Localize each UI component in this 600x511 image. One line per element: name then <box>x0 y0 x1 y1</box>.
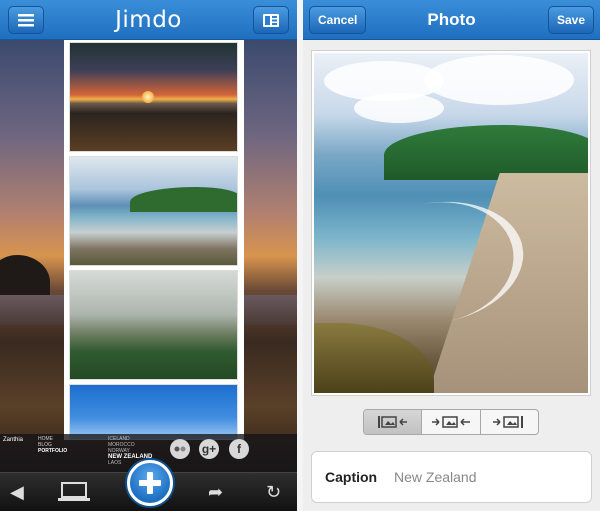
align-right-button[interactable] <box>481 410 538 434</box>
footer-brand: Zanthia <box>3 437 24 443</box>
gallery-image-sunset[interactable] <box>69 42 238 152</box>
caption-field-group: Caption <box>311 451 592 503</box>
alignment-control <box>363 409 539 435</box>
jimdo-editor-screen: Jimdo Zanthia HOME BLOG PORTFOLIO ICELAN… <box>0 0 297 511</box>
align-center-button[interactable] <box>422 410 481 434</box>
photo-preview-frame <box>311 50 591 396</box>
caption-input[interactable] <box>394 466 579 488</box>
back-arrow-icon[interactable]: ◀ <box>10 481 24 503</box>
flickr-icon[interactable] <box>170 439 190 459</box>
cloud <box>354 93 444 123</box>
share-icon[interactable]: ➦ <box>208 481 223 503</box>
flickr-dots <box>174 446 186 452</box>
photo-preview[interactable] <box>314 53 588 393</box>
photo-editor-screen: Cancel Photo Save Caption New Zealand <box>303 0 600 511</box>
facebook-icon[interactable]: f <box>229 439 249 459</box>
footer-nav-item-active[interactable]: PORTFOLIO <box>38 448 67 454</box>
headland <box>384 125 588 180</box>
align-left-button[interactable] <box>364 410 423 434</box>
refresh-icon[interactable]: ↻ <box>266 481 281 503</box>
google-plus-icon[interactable]: g+ <box>199 439 219 459</box>
align-center-icon <box>431 416 470 428</box>
add-button[interactable] <box>127 460 173 506</box>
top-bar: Cancel Photo Save <box>303 0 600 40</box>
gallery-image-beach[interactable] <box>69 156 238 266</box>
cloud <box>424 55 574 105</box>
caption-label: Caption <box>325 469 378 485</box>
plus-icon <box>139 472 161 494</box>
layout-button[interactable] <box>253 6 289 34</box>
headland-shape <box>130 187 237 212</box>
gallery-image-hills[interactable] <box>69 270 238 380</box>
save-button[interactable]: Save <box>547 6 594 34</box>
top-bar: Jimdo <box>0 0 297 40</box>
align-left-icon <box>377 416 407 428</box>
foreground-grass <box>314 323 434 393</box>
layout-icon <box>263 13 279 27</box>
align-right-icon <box>493 416 524 428</box>
photo-gallery <box>64 40 244 440</box>
footer-nav: HOME BLOG PORTFOLIO <box>38 436 67 454</box>
laptop-shape <box>58 482 90 501</box>
laptop-icon[interactable] <box>58 482 90 507</box>
sun-shape <box>142 91 154 103</box>
gallery-image-sky[interactable] <box>69 384 238 440</box>
